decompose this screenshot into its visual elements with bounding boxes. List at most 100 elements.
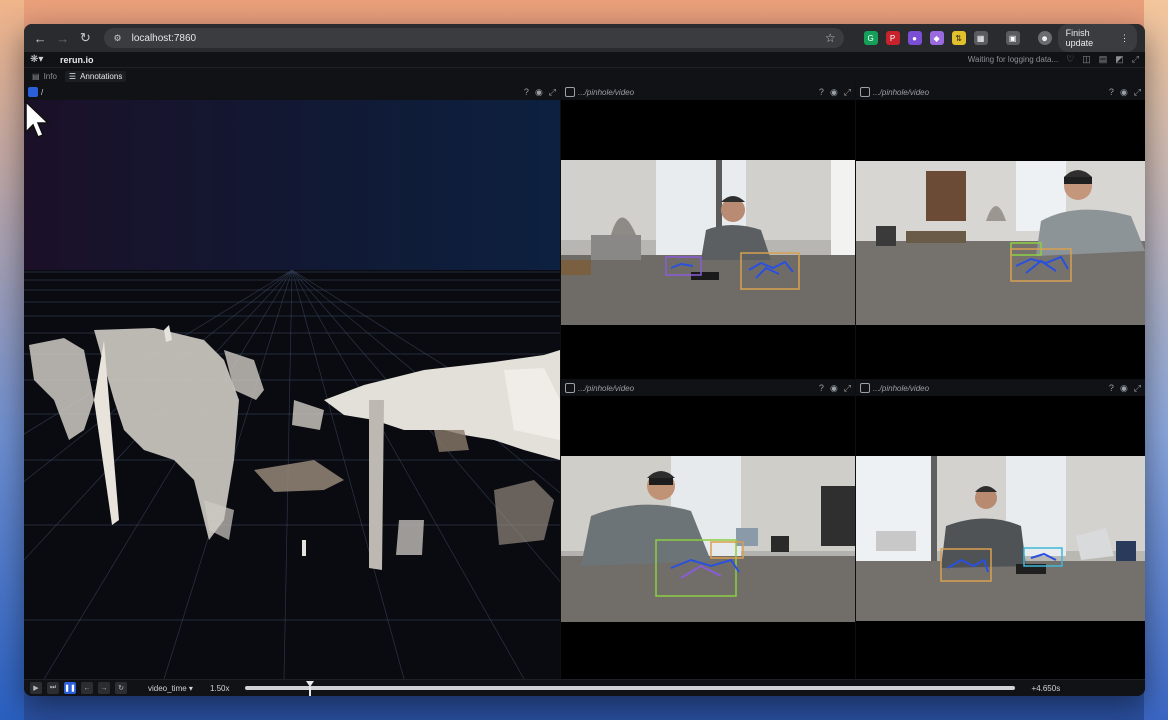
- time-scrubber[interactable]: [244, 681, 1015, 696]
- 2d-view-icon: [860, 87, 870, 97]
- pane-header-video-3: .../pinhole/video ? ◉ ⤢: [561, 380, 855, 396]
- timeline-name: video_time: [148, 683, 187, 693]
- point-cloud-render: [24, 100, 560, 679]
- visibility-eye-icon[interactable]: ◉: [830, 383, 838, 394]
- pane-path-video-3: .../pinhole/video: [578, 383, 635, 393]
- video-frame-2: [856, 161, 1145, 325]
- collapse-icon[interactable]: ⤢: [1132, 54, 1139, 65]
- video-frame-3: [561, 456, 855, 622]
- rerun-top-bar: ❋▾ rerun.io Waiting for logging data... …: [24, 52, 1145, 68]
- step-next-icon[interactable]: →: [98, 682, 110, 694]
- bookmark-star-icon[interactable]: ☆: [825, 31, 836, 45]
- help-icon[interactable]: ?: [819, 383, 824, 394]
- maximize-icon[interactable]: ⤢: [844, 87, 851, 98]
- playhead-handle[interactable]: [305, 681, 314, 696]
- grammarly-icon[interactable]: G: [863, 31, 878, 45]
- tab-info[interactable]: ▤ Info: [28, 71, 61, 82]
- pane-header-3d: / ? ◉ ⤢: [24, 84, 560, 100]
- loop-icon[interactable]: ↻: [115, 682, 127, 694]
- finish-update-label: Finish update: [1065, 28, 1094, 48]
- pane-path-3d: /: [41, 87, 44, 97]
- help-icon[interactable]: ?: [1109, 383, 1114, 394]
- maximize-icon[interactable]: ⤢: [1134, 383, 1141, 394]
- video-view-4[interactable]: .../pinhole/video ? ◉ ⤢: [856, 380, 1145, 679]
- timeline-bar: ▶ ⏭ ❚❚ ← → ↻ video_time ▾ 1.50x +4.650s: [24, 679, 1145, 696]
- help-icon[interactable]: ?: [524, 87, 529, 98]
- pinterest-icon[interactable]: P: [885, 31, 900, 45]
- pane-title-video-4[interactable]: .../pinhole/video: [860, 383, 929, 393]
- browser-window: ← → ↻ ⚙ localhost:7860 ☆ G P ● ◆ ⇅ ▦ ▣ ☻…: [24, 24, 1145, 696]
- reload-icon[interactable]: ↻: [77, 29, 94, 47]
- video-view-2[interactable]: .../pinhole/video ? ◉ ⤢: [856, 84, 1145, 379]
- more-vert-icon[interactable]: ⋮: [1120, 33, 1129, 44]
- maximize-icon[interactable]: ⤢: [844, 383, 851, 394]
- tab-annotations-label: Annotations: [80, 71, 123, 81]
- visibility-eye-icon[interactable]: ◉: [535, 87, 543, 98]
- 2d-view-icon: [565, 87, 575, 97]
- chevron-down-icon: ▾: [188, 683, 193, 693]
- address-bar[interactable]: ⚙ localhost:7860 ☆: [103, 28, 844, 48]
- finish-update-button[interactable]: Finish update ⋮: [1057, 24, 1137, 52]
- maximize-icon[interactable]: ⤢: [549, 87, 556, 98]
- bottom-panel-toggle-icon[interactable]: ▤: [1099, 54, 1108, 65]
- rerun-menu-icon[interactable]: ❋▾: [30, 54, 50, 65]
- pane-title-3d[interactable]: /: [28, 87, 43, 97]
- tab-info-label: Info: [43, 71, 57, 81]
- logging-status: Waiting for logging data...: [967, 55, 1059, 64]
- pane-title-video-1[interactable]: .../pinhole/video: [565, 87, 634, 97]
- help-icon[interactable]: ?: [1109, 87, 1114, 98]
- visibility-eye-icon[interactable]: ◉: [1120, 383, 1128, 394]
- timeline-selector[interactable]: video_time ▾: [148, 684, 193, 693]
- pane-path-video-2: .../pinhole/video: [873, 87, 930, 97]
- step-forward-icon[interactable]: ⏭: [47, 682, 59, 694]
- 3d-view-icon: [28, 87, 38, 97]
- left-panel-toggle-icon[interactable]: ◫: [1082, 54, 1091, 65]
- pane-header-video-1: .../pinhole/video ? ◉ ⤢: [561, 84, 855, 100]
- viewport-area: / ? ◉ ⤢ .../pinhole/video ? ◉ ⤢ .../pinh…: [24, 84, 1145, 679]
- back-icon[interactable]: ←: [32, 29, 49, 47]
- extension-yellow-icon[interactable]: ⇅: [951, 31, 966, 45]
- help-icon[interactable]: ?: [819, 87, 824, 98]
- info-icon: ▤: [32, 71, 40, 81]
- pane-path-video-4: .../pinhole/video: [873, 383, 930, 393]
- url-text: localhost:7860: [131, 32, 197, 44]
- visibility-eye-icon[interactable]: ◉: [1120, 87, 1128, 98]
- extension-bar: G P ● ◆ ⇅ ▦ ▣ ☻: [863, 31, 1052, 45]
- list-icon: ☰: [68, 71, 77, 81]
- video-view-3[interactable]: .../pinhole/video ? ◉ ⤢: [561, 380, 855, 679]
- desktop-wallpaper-right: [1144, 0, 1168, 720]
- screen-capture-icon[interactable]: ▣: [1005, 31, 1020, 45]
- profile-avatar-icon[interactable]: ☻: [1037, 31, 1052, 45]
- mouse-cursor-icon: [25, 100, 50, 138]
- notification-icon[interactable]: ♡: [1066, 54, 1074, 65]
- tab-annotations[interactable]: ☰ Annotations: [64, 70, 127, 82]
- right-panel-toggle-icon[interactable]: ◩: [1115, 54, 1124, 65]
- pane-header-video-4: .../pinhole/video ? ◉ ⤢: [856, 380, 1145, 396]
- desktop-wallpaper-left: [0, 0, 24, 720]
- pause-icon[interactable]: ❚❚: [64, 682, 76, 694]
- spatial-3d-view[interactable]: / ? ◉ ⤢: [24, 84, 560, 679]
- visibility-eye-icon[interactable]: ◉: [830, 87, 838, 98]
- pane-title-video-3[interactable]: .../pinhole/video: [565, 383, 634, 393]
- puzzle-icon[interactable]: ▦: [973, 31, 988, 45]
- view-tabs: ▤ Info ☰ Annotations: [24, 68, 1145, 84]
- extension-purple-icon[interactable]: ●: [907, 31, 922, 45]
- 2d-view-icon: [860, 383, 870, 393]
- playback-speed[interactable]: 1.50x: [210, 684, 230, 693]
- extension-gem-icon[interactable]: ◆: [929, 31, 944, 45]
- time-readout: +4.650s: [1031, 683, 1061, 693]
- 2d-view-icon: [565, 383, 575, 393]
- play-icon[interactable]: ▶: [30, 682, 42, 694]
- video-view-1[interactable]: .../pinhole/video ? ◉ ⤢: [561, 84, 855, 379]
- video-frame-4: [856, 456, 1145, 621]
- step-back-icon[interactable]: ←: [81, 682, 93, 694]
- site-info-icon[interactable]: ⚙: [112, 32, 124, 44]
- maximize-icon[interactable]: ⤢: [1134, 87, 1141, 98]
- browser-toolbar: ← → ↻ ⚙ localhost:7860 ☆ G P ● ◆ ⇅ ▦ ▣ ☻…: [24, 24, 1145, 52]
- pane-title-video-2[interactable]: .../pinhole/video: [860, 87, 929, 97]
- app-name: rerun.io: [60, 54, 94, 65]
- pane-path-video-1: .../pinhole/video: [578, 87, 635, 97]
- forward-icon[interactable]: →: [55, 29, 72, 47]
- video-frame-1: [561, 160, 855, 325]
- pane-header-video-2: .../pinhole/video ? ◉ ⤢: [856, 84, 1145, 100]
